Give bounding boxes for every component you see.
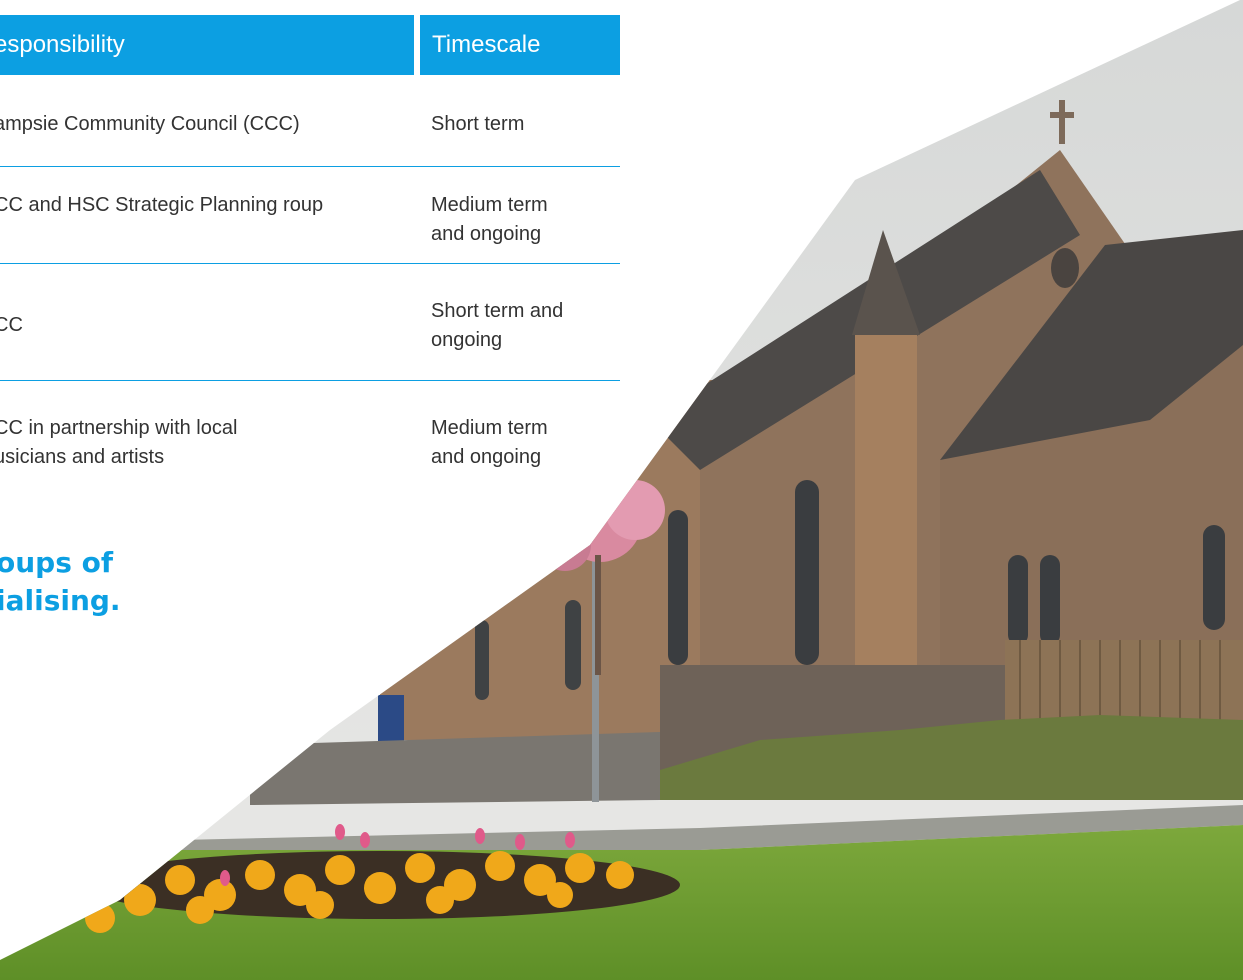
- table-row-1-responsibility: ampsie Community Council (CCC): [0, 113, 300, 135]
- pull-quote-line-1: oups of: [0, 546, 114, 579]
- table-row-4-timescale: Medium term and ongoing: [431, 417, 548, 468]
- header-responsibility-label: esponsibility: [0, 31, 125, 58]
- row-divider: [0, 263, 620, 264]
- table-row-4-responsibility: CC in partnership with local usicians an…: [0, 417, 238, 468]
- pull-quote: oups of ialising.: [0, 544, 121, 620]
- header-timescale: Timescale: [420, 15, 620, 75]
- church-photo: [0, 0, 1243, 980]
- table-row-1-timescale: Short term: [431, 113, 525, 135]
- table-row-3-timescale: Short term and ongoing: [431, 300, 564, 351]
- table-row-2-responsibility: CC and HSC Strategic Planning roup: [0, 194, 324, 216]
- table-row-2-timescale: Medium term and ongoing: [431, 194, 548, 245]
- row-divider: [0, 380, 620, 381]
- header-responsibility: esponsibility: [0, 15, 414, 75]
- header-timescale-label: Timescale: [432, 31, 541, 58]
- pull-quote-line-2: ialising.: [0, 584, 121, 617]
- row-divider: [0, 166, 620, 167]
- table-row-3-responsibility: CC: [0, 314, 23, 336]
